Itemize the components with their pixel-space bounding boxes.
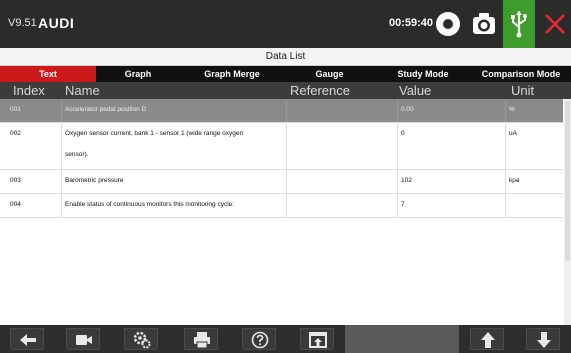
column-header-unit: Unit bbox=[511, 83, 535, 98]
cell-unit: % bbox=[509, 106, 515, 113]
scroll-up-button[interactable] bbox=[470, 328, 504, 350]
cell-reference bbox=[287, 99, 398, 122]
help-button[interactable] bbox=[242, 328, 276, 350]
tab-bar: Text Graph Graph Merge Gauge Study Mode … bbox=[0, 66, 571, 82]
cell-name: Oxygen sensor current, bank 1 - sensor 1… bbox=[62, 123, 287, 169]
save-icon bbox=[309, 332, 327, 348]
help-icon bbox=[251, 331, 269, 349]
software-version: V9.51 bbox=[8, 17, 37, 29]
bottom-toolbar bbox=[0, 325, 571, 353]
vertical-scrollbar[interactable] bbox=[564, 99, 571, 325]
cell-name: Enable status of continuous monitors thi… bbox=[62, 194, 287, 217]
scroll-up-icon bbox=[481, 332, 495, 348]
cell-index: 003 bbox=[0, 170, 62, 193]
save-button[interactable] bbox=[300, 328, 334, 350]
cell-name: Accelerator pedal position D bbox=[62, 99, 287, 122]
usb-icon[interactable] bbox=[503, 0, 535, 48]
cell-index: 004 bbox=[0, 194, 62, 217]
table-row[interactable]: 001 Accelerator pedal position D 0.00 % bbox=[0, 99, 563, 123]
tab-gauge[interactable]: Gauge bbox=[284, 66, 375, 82]
tab-text[interactable]: Text bbox=[0, 66, 96, 82]
toolbar-spacer bbox=[345, 325, 459, 353]
print-icon bbox=[194, 332, 210, 349]
tab-graph[interactable]: Graph bbox=[96, 66, 180, 82]
vehicle-make: AUDI bbox=[38, 15, 75, 31]
camera-icon[interactable] bbox=[470, 10, 498, 38]
app-window: V9.51 AUDI 00:59:40 Data List Text Graph… bbox=[0, 0, 571, 353]
record-icon[interactable] bbox=[436, 12, 460, 36]
tab-study-mode[interactable]: Study Mode bbox=[375, 66, 471, 82]
clock: 00:59:40 bbox=[389, 17, 434, 29]
cell-name: Barometric pressure bbox=[62, 170, 287, 193]
scroll-down-button[interactable] bbox=[526, 328, 560, 350]
cell-index: 002 bbox=[0, 123, 62, 169]
cell-value: 0.00 bbox=[398, 99, 506, 122]
cell-value: 0 bbox=[398, 123, 506, 169]
video-button[interactable] bbox=[66, 328, 100, 350]
column-header-value: Value bbox=[399, 83, 432, 98]
cell-reference bbox=[287, 123, 398, 169]
settings-icon bbox=[133, 331, 151, 349]
video-icon bbox=[76, 335, 92, 345]
table-row[interactable]: 002 Oxygen sensor current, bank 1 - sens… bbox=[0, 123, 563, 170]
table-row[interactable]: 004 Enable status of continuous monitors… bbox=[0, 194, 563, 218]
table-row[interactable]: 003 Barometric pressure 102 kpa bbox=[0, 170, 563, 194]
scrollbar-thumb[interactable] bbox=[565, 101, 570, 261]
back-button[interactable] bbox=[10, 328, 44, 350]
cell-reference bbox=[287, 170, 398, 193]
back-icon bbox=[20, 334, 36, 346]
cell-unit: kpa bbox=[509, 177, 520, 184]
tab-graph-merge[interactable]: Graph Merge bbox=[180, 66, 284, 82]
print-button[interactable] bbox=[184, 328, 218, 350]
column-header-name: Name bbox=[65, 83, 100, 98]
tab-comparison-mode[interactable]: Comparison Mode bbox=[471, 66, 571, 82]
data-table: Index Name Reference Value Unit 001 Acce… bbox=[0, 82, 571, 325]
column-header-reference: Reference bbox=[290, 83, 350, 98]
close-icon[interactable] bbox=[538, 0, 571, 48]
page-title: Data List bbox=[0, 48, 571, 66]
cell-index: 001 bbox=[0, 99, 62, 122]
cell-unit bbox=[506, 194, 563, 217]
cell-value: 7 bbox=[398, 194, 506, 217]
scroll-down-icon bbox=[537, 332, 551, 348]
column-header-index: Index bbox=[13, 83, 45, 98]
settings-button[interactable] bbox=[124, 328, 158, 350]
top-bar: V9.51 AUDI 00:59:40 bbox=[0, 0, 571, 48]
cell-unit: uA bbox=[509, 130, 517, 137]
cell-reference bbox=[287, 194, 398, 217]
cell-value: 102 bbox=[398, 170, 506, 193]
table-header: Index Name Reference Value Unit bbox=[0, 82, 571, 99]
